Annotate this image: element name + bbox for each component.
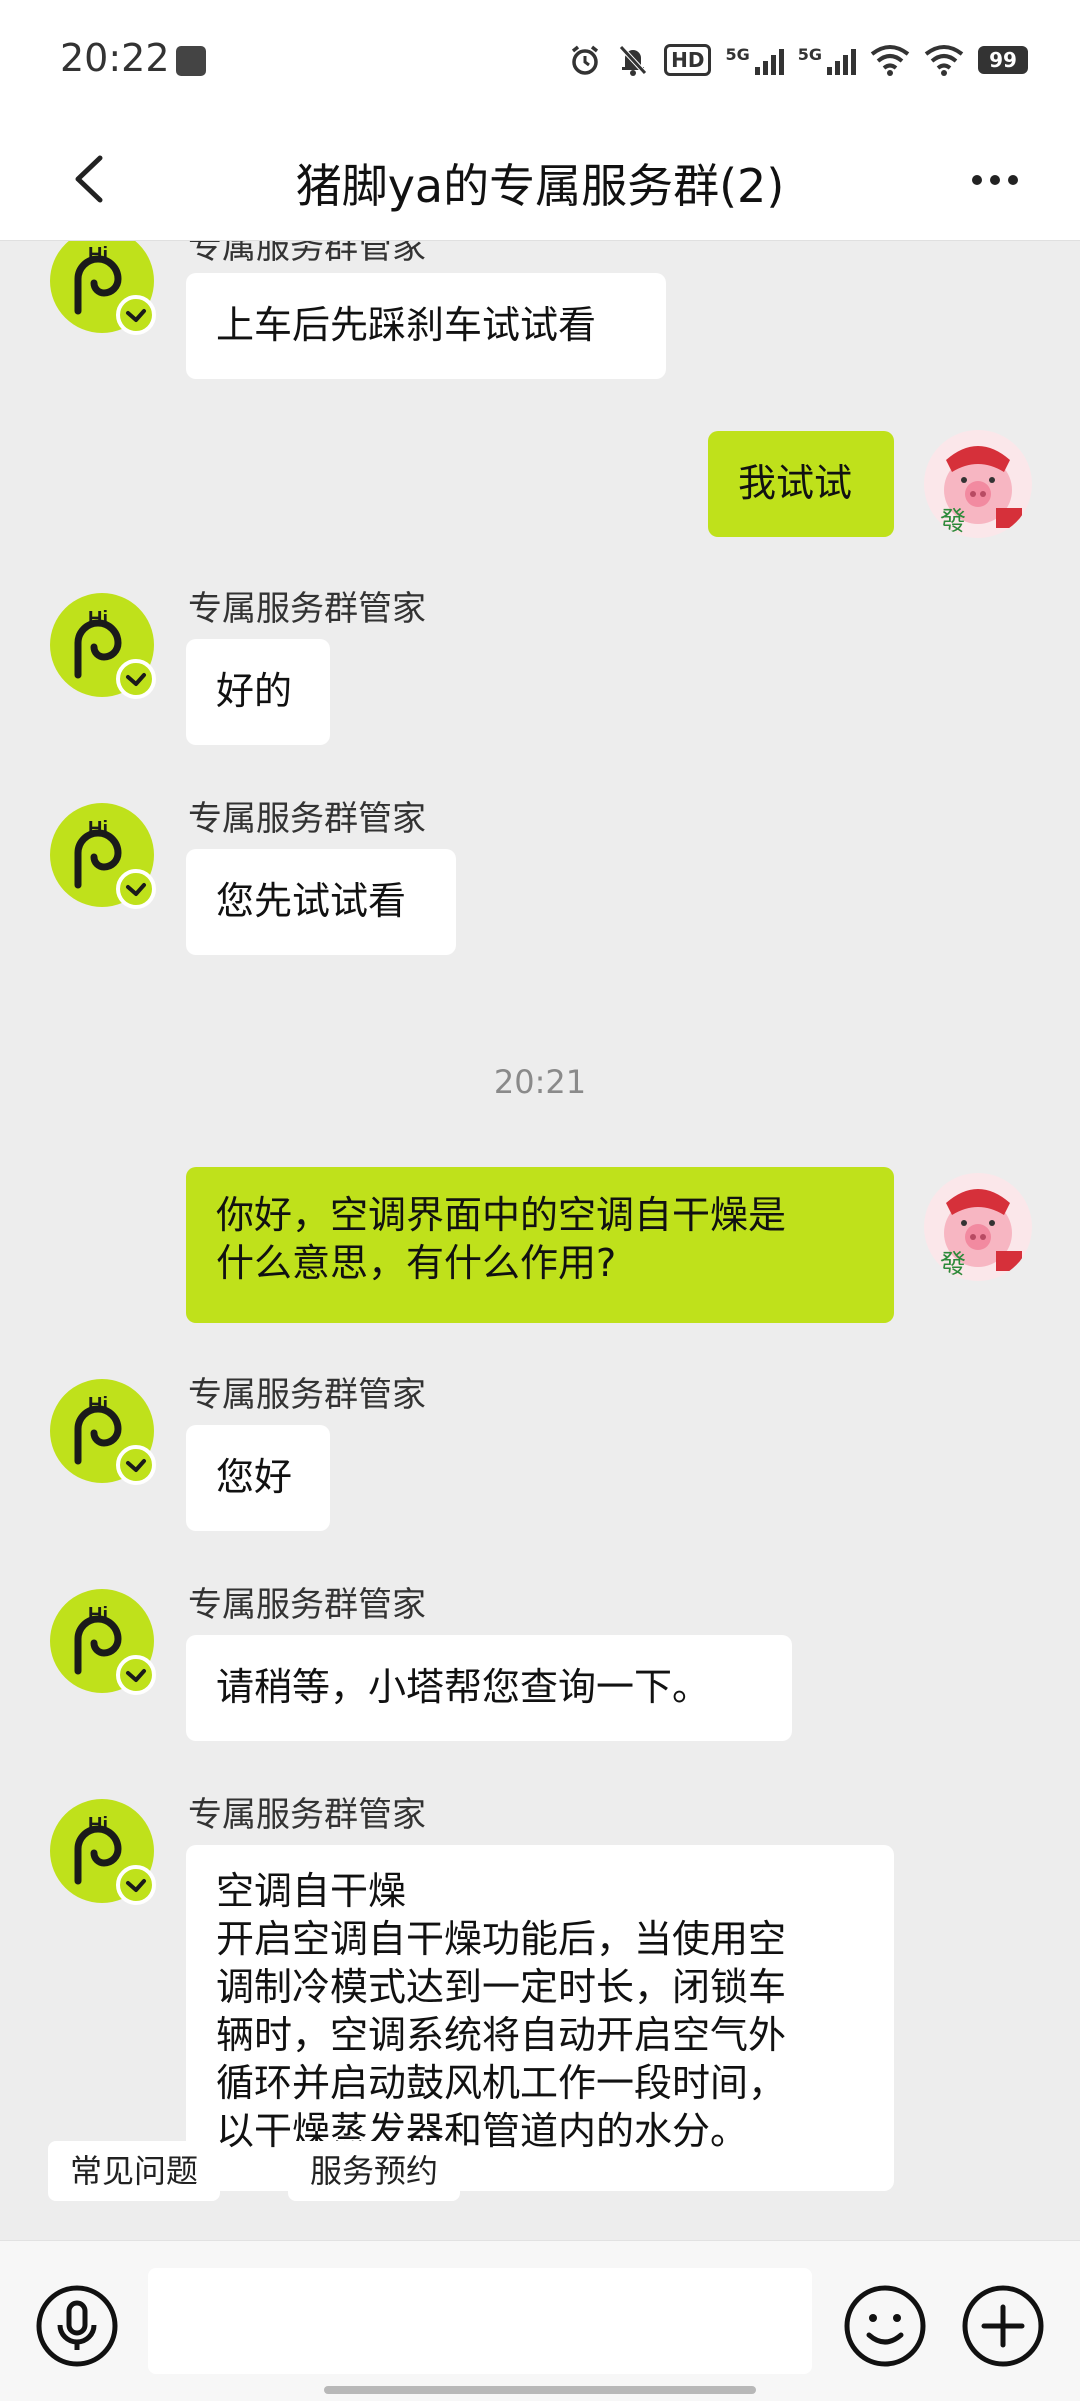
bot-avatar-text: Hi	[88, 1604, 108, 1626]
status-icons: HD 5G 5G 99	[568, 40, 1028, 80]
more-actions-button[interactable]	[960, 2283, 1046, 2369]
page-title: 猪脚ya的专属服务群(2)	[295, 159, 785, 213]
signal-icon: 5G	[798, 45, 856, 75]
message-bubble[interactable]: 上车后先踩刹车试试看	[186, 273, 666, 379]
user-avatar-text: 發	[940, 507, 966, 537]
alarm-icon	[568, 43, 602, 77]
avatar[interactable]: 發	[924, 430, 1032, 538]
message-bubble-own[interactable]: 你好，空调界面中的空调自干燥是 什么意思，有什么作用?	[186, 1167, 894, 1323]
battery-icon: 99	[978, 46, 1028, 74]
bot-avatar-text: Hi	[88, 1814, 108, 1836]
quick-reply-chip[interactable]: 常见问题	[48, 2141, 221, 2201]
status-time: 20:22	[60, 36, 170, 80]
message-bubble[interactable]: 请稍等，小塔帮您查询一下。	[186, 1635, 792, 1741]
bot-avatar-icon: Hi	[50, 1379, 156, 1485]
message-bubble[interactable]: 您好	[186, 1425, 330, 1531]
smiley-icon	[844, 2285, 926, 2367]
bot-avatar-text: Hi	[88, 608, 108, 630]
input-bar	[0, 2240, 1080, 2401]
bot-avatar-icon: Hi	[50, 593, 156, 699]
user-avatar-text: 發	[940, 1250, 966, 1280]
user-avatar-icon: 發	[924, 430, 1032, 538]
voice-button[interactable]	[34, 2283, 120, 2369]
avatar[interactable]: 發	[924, 1173, 1032, 1281]
message-bubble[interactable]: 您先试试看	[186, 849, 456, 955]
timestamp: 20:21	[493, 1063, 587, 1101]
sender-name: 专属服务群管家	[188, 799, 426, 839]
chat-header: 猪脚ya的专属服务群(2)	[0, 120, 1080, 241]
avatar[interactable]: Hi	[48, 801, 156, 909]
message-bubble[interactable]: 空调自干燥 开启空调自干燥功能后，当使用空 调制冷模式达到一定时长，闭锁车 辆时…	[186, 1845, 894, 2191]
wifi-icon	[870, 44, 910, 76]
bot-avatar-icon: Hi	[50, 241, 156, 335]
avatar[interactable]: Hi	[48, 1797, 156, 1905]
more-button[interactable]	[950, 150, 1040, 210]
home-indicator[interactable]	[324, 2386, 756, 2394]
more-dots-icon	[972, 175, 1018, 185]
bot-avatar-text: Hi	[88, 244, 108, 266]
sender-name: 专属服务群管家	[188, 1795, 426, 1835]
signal-icon: 5G	[725, 45, 784, 75]
sender-name: 专属服务群管家	[188, 589, 426, 629]
avatar[interactable]: Hi	[48, 1587, 156, 1695]
mute-bell-icon	[616, 43, 650, 77]
message-input[interactable]	[148, 2268, 812, 2374]
message-bubble[interactable]: 好的	[186, 639, 330, 745]
bot-avatar-text: Hi	[88, 1394, 108, 1416]
hd-icon: HD	[664, 44, 712, 76]
bot-avatar-icon: Hi	[50, 1799, 156, 1905]
avatar[interactable]: Hi	[48, 1377, 156, 1485]
message-bubble-own[interactable]: 我试试	[708, 431, 894, 537]
quick-reply-chip[interactable]: 服务预约	[288, 2141, 461, 2201]
signal-label: 5G	[725, 45, 750, 64]
avatar[interactable]: Hi	[48, 591, 156, 699]
notification-icon	[176, 46, 206, 76]
user-avatar-icon: 發	[924, 1173, 1032, 1281]
wifi-icon	[924, 44, 964, 76]
plus-icon	[962, 2285, 1044, 2367]
bot-avatar-icon: Hi	[50, 803, 156, 909]
signal-label: 5G	[797, 45, 822, 64]
microphone-icon	[36, 2285, 118, 2367]
sender-name: 专属服务群管家	[188, 1585, 426, 1625]
sender-name: 专属服务群管家	[188, 241, 426, 267]
emoji-button[interactable]	[842, 2283, 928, 2369]
status-bar: 20:22 HD 5G 5G 99	[0, 0, 1080, 120]
message-list[interactable]: Hi 专属服务群管家 上车后先踩刹车试试看 我试试 發 Hi 专属服务群管家 好…	[0, 241, 1080, 2240]
bot-avatar-icon: Hi	[50, 1589, 156, 1695]
avatar[interactable]: Hi	[48, 241, 156, 335]
sender-name: 专属服务群管家	[188, 1375, 426, 1415]
bot-avatar-text: Hi	[88, 818, 108, 840]
